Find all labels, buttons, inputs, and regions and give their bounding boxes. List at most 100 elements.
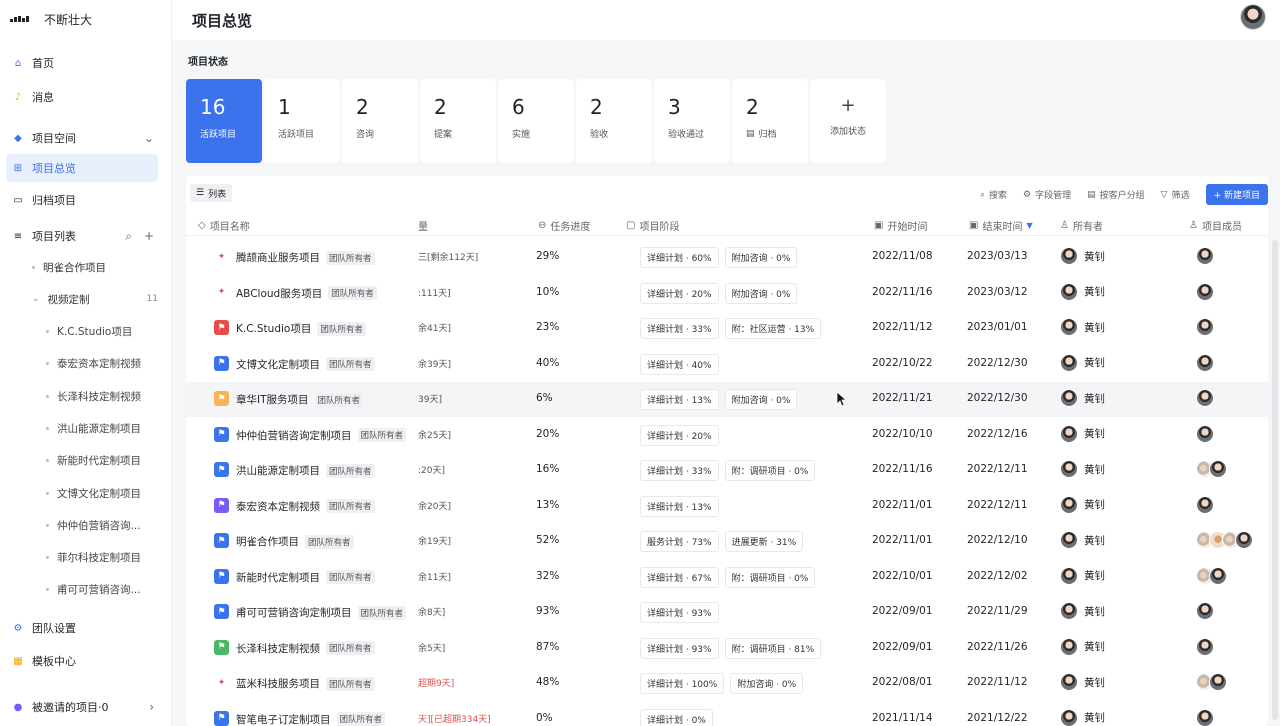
status-card[interactable]: 2 验收 <box>576 79 652 163</box>
add-icon[interactable]: + <box>144 229 154 244</box>
status-card[interactable]: 2 ▤ 归档 <box>732 79 808 163</box>
project-name-cell[interactable]: ABCloud服务项目 团队所有者 <box>236 286 377 301</box>
project-name-cell[interactable]: 明雀合作项目 团队所有者 <box>236 534 354 549</box>
table-row[interactable]: ⚑ 甫可可营销咨询定制项目 团队所有者 余8天] 93% 详细计划 · 93% 2022/0… <box>186 595 1268 630</box>
table-row[interactable]: ⚑ 新能时代定制项目 团队所有者 余11天] 32% 详细计划 · 67% 附：调研项目 ·… <box>186 560 1268 595</box>
sidebar-project[interactable]: 长泽科技定制视频 <box>46 384 158 408</box>
project-name-cell[interactable]: K.C.Studio项目 团队所有者 <box>236 321 366 336</box>
table-row[interactable]: ⚑ 长泽科技定制视频 团队所有者 余5天] 87% 详细计划 · 93% 附：调研项目 · … <box>186 631 1268 666</box>
sidebar-project[interactable]: 甫可可营销咨询... <box>46 577 158 601</box>
phase-chip[interactable]: 详细计划 · 100% <box>640 673 725 694</box>
add-status-card[interactable]: + 添加状态 <box>810 79 886 163</box>
owner-cell[interactable]: 黄钊 <box>1060 282 1105 301</box>
members-cell[interactable] <box>1196 531 1253 549</box>
search-icon[interactable]: ⌕ <box>125 229 132 244</box>
table-row[interactable]: ⚑ 章华IT服务项目 团队所有者 39天] 6% 详细计划 · 13% 附加咨询 · 0% 2… <box>186 382 1268 417</box>
table-row[interactable]: ✦ ABCloud服务项目 团队所有者:111天] 10% 详细计划 · 20% 附加咨询… <box>186 276 1268 311</box>
owner-cell[interactable]: 黄钊 <box>1060 247 1105 265</box>
scrollbar[interactable] <box>1272 240 1278 720</box>
brand[interactable]: 不断壮大 <box>10 10 92 28</box>
members-cell[interactable] <box>1196 353 1214 372</box>
members-cell[interactable] <box>1196 495 1214 514</box>
phase-chip[interactable]: 详细计划 · 20% <box>640 282 719 304</box>
owner-cell[interactable]: 黄钊 <box>1060 708 1105 726</box>
sidebar-project[interactable]: 仲仲伯营销咨询... <box>46 513 158 537</box>
members-cell[interactable] <box>1196 673 1227 691</box>
phase-chip[interactable]: 详细计划 · 93% <box>640 637 719 659</box>
phase-chip[interactable]: 附加咨询 · 0% <box>724 282 798 304</box>
status-card[interactable]: 2 提案 <box>420 79 496 163</box>
table-row[interactable]: ⚑ K.C.Studio项目 团队所有者 余41天] 23% 详细计划 · 33% 附：社区… <box>186 311 1268 346</box>
phase-chip[interactable]: 服务计划 · 73% <box>640 531 719 552</box>
phase-chip[interactable]: 附加咨询 · 0% <box>724 247 798 268</box>
sidebar-project[interactable]: 文博文化定制项目 <box>46 481 158 505</box>
members-cell[interactable] <box>1196 637 1214 656</box>
owner-cell[interactable]: 黄钊 <box>1060 318 1105 336</box>
members-cell[interactable] <box>1196 282 1214 301</box>
project-name-cell[interactable]: 洪山能源定制项目 团队所有者 <box>236 463 375 478</box>
project-name-cell[interactable]: 智笔电子订定制项目 团队所有者 <box>236 712 386 726</box>
col-end[interactable]: ▣ 结束时间 ▼ <box>969 218 1033 233</box>
project-name-cell[interactable]: 仲仲伯营销咨询定制项目 团队所有者 <box>236 428 407 443</box>
phase-chip[interactable]: 详细计划 · 60% <box>640 247 719 268</box>
phase-chip[interactable]: 附：社区运营 · 13% <box>724 318 822 339</box>
sidebar-project[interactable]: 新能时代定制项目 <box>46 448 158 472</box>
table-row[interactable]: ⚑ 泰宏资本定制视频 团队所有者 余20天] 13% 详细计划 · 13% 2022/11/… <box>186 489 1268 524</box>
project-name-cell[interactable]: 长泽科技定制视频 团队所有者 <box>236 641 375 656</box>
nav-team-settings[interactable]: ⚙ 团队设置 <box>6 614 158 642</box>
col-name[interactable]: ◇ 项目名称 <box>198 218 250 233</box>
owner-cell[interactable]: 黄钊 <box>1060 353 1105 372</box>
col-members[interactable]: ♙ 项目成员 <box>1189 218 1242 233</box>
project-name-cell[interactable]: 章华IT服务项目 团队所有者 <box>236 392 364 407</box>
phase-chip[interactable]: 详细计划 · 13% <box>640 495 719 517</box>
nav-invited[interactable]: ● 被邀请的项目·0 › <box>6 693 158 721</box>
nav-list[interactable]: ≡ 项目列表 ⌕ + <box>6 222 158 250</box>
table-row[interactable]: ✦ 腾颉商业服务项目 团队所有者 三[剩余112天] 29% 详细计划 · 60% 附加咨询… <box>186 240 1268 275</box>
nav-space[interactable]: ◆ 项目空间 ⌄ <box>6 124 158 152</box>
field-manage-button[interactable]: ⚙ 字段管理 <box>1023 188 1071 202</box>
nav-archived[interactable]: ▭ 归档项目 <box>6 186 158 214</box>
members-cell[interactable] <box>1196 566 1227 585</box>
phase-chip[interactable]: 附：调研项目 · 0% <box>724 460 816 481</box>
project-name-cell[interactable]: 蓝米科技服务项目 团队所有者 <box>236 676 375 691</box>
owner-cell[interactable]: 黄钊 <box>1060 424 1105 443</box>
chevron-down-icon[interactable]: ⌄ <box>144 131 154 145</box>
phase-chip[interactable]: 详细计划 · 93% <box>640 602 719 623</box>
status-card[interactable]: 6 实施 <box>498 79 574 163</box>
phase-chip[interactable]: 详细计划 · 67% <box>640 566 719 588</box>
sidebar-sub-item[interactable]: 明雀合作项目 <box>32 255 158 279</box>
members-cell[interactable] <box>1196 247 1214 265</box>
phase-chip[interactable]: 详细计划 · 20% <box>640 424 719 446</box>
owner-cell[interactable]: 黄钊 <box>1060 460 1105 478</box>
phase-chip[interactable]: 详细计划 · 33% <box>640 460 719 481</box>
group-button[interactable]: ▤ 按客户分组 <box>1087 188 1145 202</box>
project-name-cell[interactable]: 腾颉商业服务项目 团队所有者 <box>236 250 375 265</box>
col-start[interactable]: ▣ 开始时间 <box>874 218 927 233</box>
sidebar-project[interactable]: K.C.Studio项目 <box>46 319 158 343</box>
members-cell[interactable] <box>1196 318 1214 336</box>
status-card[interactable]: 3 验收通过 <box>654 79 730 163</box>
project-name-cell[interactable]: 甫可可营销咨询定制项目 团队所有者 <box>236 605 407 620</box>
phase-chip[interactable]: 进展更新 · 31% <box>724 531 804 552</box>
col-phase[interactable]: ▢ 项目阶段 <box>626 218 679 233</box>
owner-cell[interactable]: 黄钊 <box>1060 673 1105 691</box>
owner-cell[interactable]: 黄钊 <box>1060 566 1105 585</box>
new-project-button[interactable]: + 新建项目 <box>1205 184 1268 205</box>
table-row[interactable]: ⚑ 仲仲伯营销咨询定制项目 团队所有者 余25天] 20% 详细计划 · 20% 2022/… <box>186 418 1268 453</box>
col-progress[interactable]: ⊖ 任务进度 <box>538 218 590 233</box>
user-avatar[interactable] <box>1240 4 1266 30</box>
members-cell[interactable] <box>1196 708 1214 726</box>
search-button[interactable]: ⌕ 搜索 <box>980 188 1007 202</box>
members-cell[interactable] <box>1196 389 1214 407</box>
owner-cell[interactable]: 黄钊 <box>1060 495 1105 514</box>
phase-chip[interactable]: 附加咨询 · 0% <box>730 673 804 694</box>
phase-chip[interactable]: 附：调研项目 · 81% <box>724 637 822 659</box>
col-remaining[interactable]: 量 <box>418 218 428 233</box>
phase-chip[interactable]: 详细计划 · 13% <box>640 389 719 410</box>
table-row[interactable]: ⚑ 智笔电子订定制项目 团队所有者 天][已超期334天] 0% 详细计划 · 0% 202… <box>186 702 1268 726</box>
filter-button[interactable]: ▽ 筛选 <box>1161 188 1190 202</box>
project-name-cell[interactable]: 泰宏资本定制视频 团队所有者 <box>236 499 375 514</box>
members-cell[interactable] <box>1196 460 1227 478</box>
owner-cell[interactable]: 黄钊 <box>1060 531 1105 549</box>
nav-messages[interactable]: ♪ 消息 <box>6 83 158 111</box>
